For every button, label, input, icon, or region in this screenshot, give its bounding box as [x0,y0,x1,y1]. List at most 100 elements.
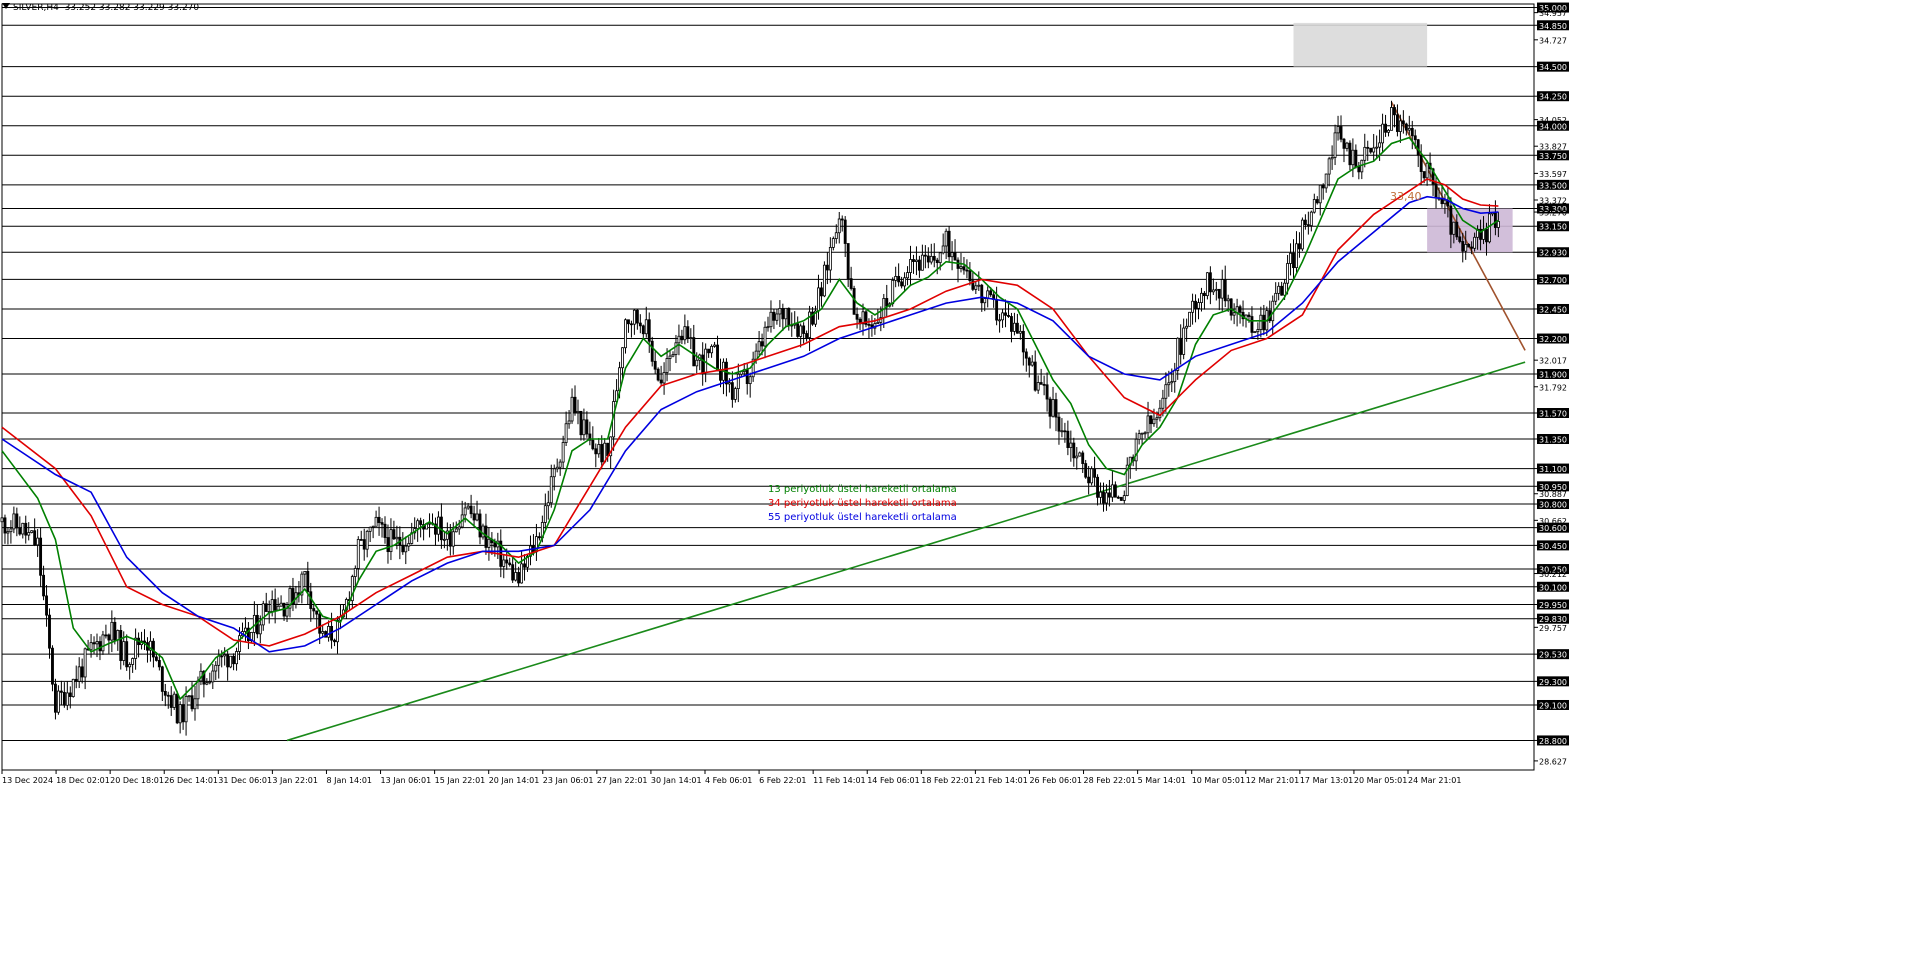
price-tick-label: 29.300 [1539,678,1567,687]
candle-body [428,522,431,525]
candle-body [481,525,485,538]
candle-body [45,595,48,616]
candle-body [74,678,78,682]
candle-body [68,692,72,697]
candle-body [1081,452,1085,464]
candle-body [1042,383,1046,386]
candle-body [1146,415,1150,434]
time-tick-label: 5 Mar 14:01 [1138,776,1186,785]
candle-body [585,419,589,435]
price-tick-label: 33.750 [1539,152,1567,161]
candle-body [104,634,108,637]
candle-body [273,599,277,611]
candle-body [184,696,188,723]
candle-body [1087,476,1091,484]
price-tick-label: 32.200 [1539,335,1567,344]
candle-body [315,610,319,615]
candle-body [1306,224,1310,227]
price-tick-label: 30.450 [1539,542,1567,551]
candle-body [113,621,117,641]
candle-body [805,333,809,338]
ema55-line [1,195,1499,653]
candle-body [1259,314,1263,330]
candle-body [1182,327,1186,355]
candle-body [701,354,705,373]
candle-body [333,639,336,643]
candle-body [775,313,779,321]
candle-body [1327,158,1331,175]
candle-body [894,275,898,281]
candle-body [1363,146,1367,161]
candle-body [71,678,75,697]
candle-body [959,266,963,269]
candle-body [175,693,179,724]
candle-body [1176,337,1180,371]
candle-body [1488,213,1491,243]
candle-body [89,642,93,651]
candle-body [374,516,378,527]
candle-body [947,230,951,258]
candle-body [665,358,669,373]
candle-body [632,309,636,325]
candle-body [638,322,642,327]
candle-body [1018,330,1022,334]
candle-body [903,277,907,287]
time-tick-label: 27 Jan 22:01 [597,776,648,785]
candle-body [983,298,987,304]
price-chart[interactable]: 13 periyotluk üstel hareketli ortalama 34… [0,0,1916,963]
candle-body [469,505,473,515]
candle-body [1312,199,1316,213]
candle-body [1410,127,1414,137]
candle-body [1214,288,1218,291]
candle-body [163,691,167,696]
candle-body [989,290,993,296]
candle-body [232,655,236,665]
time-tick-label: 26 Feb 06:01 [1029,776,1081,785]
candle-body [1300,219,1304,250]
price-tick-label: 30.600 [1539,524,1567,533]
candle-body [12,513,16,530]
candle-body [980,284,984,304]
candle-body [543,505,547,523]
candle-body [211,670,215,683]
candle-body [1140,432,1144,435]
candle-body [419,520,423,525]
candle-body [1292,252,1295,269]
candle-body [938,252,942,264]
candle-body [83,648,87,678]
candle-body [270,599,274,612]
candle-body [244,627,247,632]
candle-body [1010,316,1013,332]
candle-body [802,325,806,334]
trendlines [286,101,1526,742]
candle-body [377,516,381,523]
candle-body [1188,311,1192,327]
candle-body [523,563,526,568]
candle-body [950,252,954,258]
candle-body [1387,129,1390,133]
candle-body [362,539,366,550]
candle-body [1119,496,1123,501]
candle-body [21,522,25,535]
candle-body [1339,126,1343,140]
candle-body [261,603,265,626]
candle-body [1493,212,1497,228]
candle-body [383,523,387,538]
candle-body [644,319,648,335]
price-tick-label: 34.500 [1539,63,1567,72]
candle-body [974,285,978,290]
candle-body [689,337,693,339]
candle-body [217,655,221,666]
candle-body [59,690,63,693]
candle-body [190,695,194,710]
candle-body [27,532,31,536]
candle-body [128,664,132,668]
candle-body [627,319,630,325]
candle-body [680,335,684,341]
price-tick-label: 29.950 [1539,601,1567,610]
candle-body [1001,312,1004,321]
candle-body [101,634,105,652]
candle-body [454,528,458,533]
candle-body [621,347,624,369]
candle-body [692,337,696,367]
